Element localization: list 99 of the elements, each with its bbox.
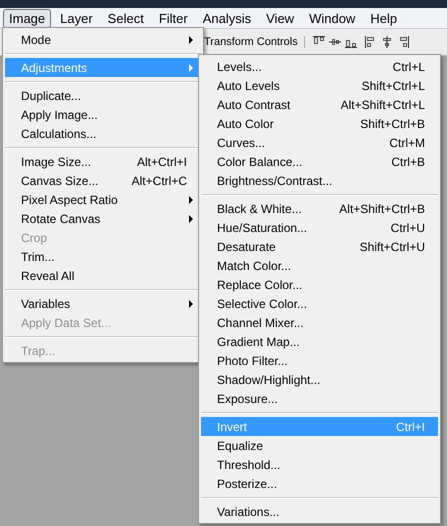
menu-item-label: Adjustments	[21, 60, 88, 74]
menu-item-label: Canvas Size...	[21, 174, 100, 188]
menu-item[interactable]: Brightness/Contrast...	[201, 171, 438, 190]
menu-item[interactable]: Desaturate Shift+Ctrl+U	[201, 237, 438, 256]
align-center-icon[interactable]	[380, 36, 393, 48]
menu-item[interactable]: Gradient Map...	[201, 332, 438, 351]
shortcut-label: Shift+Ctrl+U	[360, 240, 425, 254]
menu-item[interactable]: Selective Color...	[201, 294, 438, 313]
menu-item-label: Reveal All	[21, 268, 76, 282]
menu-bar-item[interactable]: View	[260, 8, 300, 28]
menu-item-label: Image Size...	[21, 154, 92, 168]
menu-item[interactable]: Replace Color...	[201, 275, 438, 294]
menu-item[interactable]: Auto Levels Shift+Ctrl+L	[201, 76, 438, 95]
align-middle-icon[interactable]	[328, 36, 341, 48]
shortcut-label: Ctrl+B	[391, 154, 425, 168]
menu-bar-item[interactable]: Window	[303, 8, 362, 28]
menu-item-label: Auto Levels	[217, 78, 281, 92]
shortcut-label: Ctrl+M	[389, 136, 425, 150]
menu-item-label: Gradient Map...	[217, 334, 301, 348]
menu-item[interactable]: Variations...	[201, 502, 438, 521]
shortcut-label: Shift+Ctrl+L	[362, 78, 425, 92]
menu-item[interactable]: Channel Mixer...	[201, 313, 438, 332]
menu-item-label: Invert	[217, 420, 248, 434]
menu-item[interactable]: Color Balance... Ctrl+B	[201, 152, 438, 171]
menu-item[interactable]: Black & White... Alt+Shift+Ctrl+B	[201, 199, 438, 218]
menu-bar-item[interactable]: Select	[102, 8, 150, 28]
menu-item-label: Match Color...	[217, 258, 292, 272]
submenu-arrow-icon	[189, 64, 193, 72]
menu-item-label: Auto Contrast	[217, 98, 292, 112]
menu-item-label: Trap...	[21, 344, 56, 358]
menu-item[interactable]: Auto Contrast Alt+Shift+Ctrl+L	[201, 95, 438, 114]
align-left-icon[interactable]	[364, 36, 377, 48]
menu-item[interactable]: Reveal All	[5, 266, 201, 285]
menu-item-label: Levels...	[217, 60, 263, 74]
menu-item-label: Exposure...	[217, 392, 279, 406]
shortcut-label: Ctrl+U	[390, 220, 425, 234]
menu-bar-item[interactable]: Filter	[152, 8, 194, 28]
menu-item-label: Selective Color...	[217, 296, 308, 310]
menu-item[interactable]: Variables	[5, 294, 201, 313]
menu-item-label: Mode	[21, 32, 52, 46]
submenu-arrow-icon	[189, 36, 193, 44]
menu-item-label: Photo Filter...	[217, 354, 289, 368]
menu-item[interactable]: Threshold...	[201, 455, 438, 474]
menu-item[interactable]: Photo Filter...	[201, 351, 438, 370]
menu-item[interactable]: Mode	[5, 30, 201, 49]
shortcut-label: Alt+Ctrl+C	[132, 174, 187, 188]
menu-bar-item[interactable]: Image	[3, 8, 52, 28]
menu-item-label: Replace Color...	[217, 278, 304, 292]
menu-item[interactable]: Trim...	[5, 247, 201, 266]
menu-item-label: Black & White...	[217, 202, 303, 216]
menu-item[interactable]: Levels... Ctrl+L	[201, 57, 438, 76]
menu-item-label: Desaturate	[217, 240, 277, 254]
menu-item-label: Apply Data Set...	[21, 316, 112, 330]
menu-item-label: Calculations...	[21, 126, 98, 140]
menu-item[interactable]: Shadow/Highlight...	[201, 370, 438, 389]
menu-item[interactable]: Duplicate...	[5, 86, 201, 105]
menu-bar-item[interactable]: Layer	[54, 8, 99, 28]
shortcut-label: Shift+Ctrl+B	[360, 116, 425, 130]
shortcut-label: Ctrl+I	[396, 420, 425, 434]
menu-item-label: Hue/Saturation...	[217, 220, 308, 234]
menu-item-label: Threshold...	[217, 458, 282, 472]
menu-item-label: Duplicate...	[21, 88, 82, 102]
menu-item[interactable]: Curves... Ctrl+M	[201, 133, 438, 152]
menu-item-label: Curves...	[217, 136, 266, 150]
menu-item[interactable]: Pixel Aspect Ratio	[5, 190, 201, 209]
menu-item[interactable]: Apply Image...	[5, 105, 201, 124]
menu-item-label: Shadow/Highlight...	[217, 372, 322, 386]
menu-item-label: Color Balance...	[217, 154, 304, 168]
menu-item-label: Channel Mixer...	[217, 316, 305, 330]
submenu-arrow-icon	[189, 300, 193, 308]
menu-item-label: Variables	[21, 296, 72, 310]
menu-item[interactable]: Canvas Size... Alt+Ctrl+C	[5, 171, 201, 190]
menu-item-label: Brightness/Contrast...	[217, 174, 334, 188]
menu-item-label: Crop	[21, 230, 48, 244]
menu-bar-item[interactable]: Analysis	[196, 8, 258, 28]
menu-item[interactable]: Image Size... Alt+Ctrl+I	[5, 152, 201, 171]
menu-item[interactable]: Match Color...	[201, 256, 438, 275]
menu-item-label: Variations...	[217, 504, 280, 518]
menu-item[interactable]: Auto Color Shift+Ctrl+B	[201, 114, 438, 133]
menu-item-label: Posterize...	[217, 476, 278, 490]
menu-item-label: Auto Color	[217, 116, 275, 130]
shortcut-label: Alt+Shift+Ctrl+L	[340, 98, 425, 112]
shortcut-label: Alt+Shift+Ctrl+B	[339, 202, 425, 216]
submenu-arrow-icon	[189, 215, 193, 223]
menu-item[interactable]: Posterize...	[201, 474, 438, 493]
menu-item-label: Equalize	[217, 438, 264, 452]
menu-item[interactable]: Rotate Canvas	[5, 209, 201, 228]
menu-item-label: Apply Image...	[21, 108, 99, 122]
shortcut-label: Alt+Ctrl+I	[136, 154, 187, 168]
menu-item[interactable]: Exposure...	[201, 389, 438, 408]
menu-bar-item[interactable]: Help	[364, 8, 404, 28]
menu-item-label: Rotate Canvas	[21, 212, 102, 226]
menu-item-label: Pixel Aspect Ratio	[21, 192, 119, 206]
menu-item[interactable]: Equalize	[201, 436, 438, 455]
menu-item[interactable]: Hue/Saturation... Ctrl+U	[201, 218, 438, 237]
menu-item[interactable]: Calculations...	[5, 124, 201, 143]
submenu-arrow-icon	[189, 196, 193, 204]
shortcut-label: Ctrl+L	[392, 60, 425, 74]
menu-item-label: Trim...	[21, 250, 56, 264]
